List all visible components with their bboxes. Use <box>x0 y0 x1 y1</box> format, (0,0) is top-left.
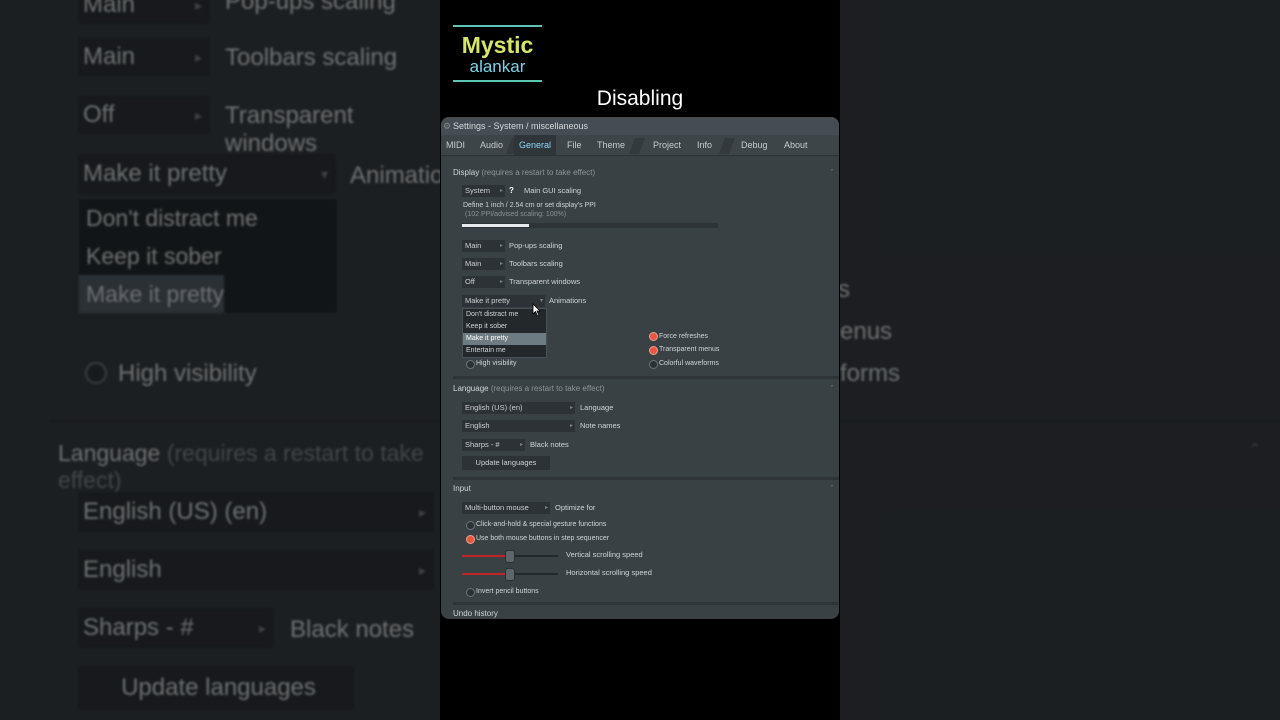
popups-scaling-label: Pop-ups scaling <box>509 241 563 250</box>
collapse-caret-icon[interactable]: ⌃ <box>829 482 835 496</box>
tab-debug[interactable]: Debug <box>736 135 773 155</box>
undo-history-heading[interactable]: Undo history <box>453 607 839 619</box>
section-divider <box>453 477 839 480</box>
section-divider <box>453 376 839 379</box>
popups-scaling-select[interactable]: Main ▸ <box>462 240 505 252</box>
transparent-menus-radio[interactable] <box>649 346 658 355</box>
section-divider <box>453 602 839 605</box>
update-languages-button[interactable]: Update languages <box>462 456 550 470</box>
input-section-heading[interactable]: Input ⌃ <box>453 482 839 496</box>
video-caption: Disabling <box>596 87 684 110</box>
logo-line1: Mystic <box>461 32 534 58</box>
tab-separator <box>719 138 735 154</box>
high-visibility-radio[interactable] <box>466 360 475 369</box>
black-notes-select[interactable]: Sharps - # ▸ <box>462 439 525 451</box>
toolbars-scaling-select[interactable]: Main ▸ <box>462 258 505 270</box>
vertical-speed-slider[interactable] <box>462 550 558 563</box>
tab-general[interactable]: General <box>514 135 557 155</box>
language-select[interactable]: English (US) (en) ▸ <box>462 402 575 414</box>
high-visibility-label: High visibility <box>476 360 517 367</box>
click-hold-radio[interactable] <box>466 521 475 530</box>
tab-project[interactable]: Project <box>648 135 686 155</box>
channel-logo: Mystic alankar <box>453 25 542 82</box>
toolbars-scaling-label: Toolbars scaling <box>509 259 563 268</box>
ppi-slider[interactable] <box>462 223 718 228</box>
tab-audio[interactable]: Audio <box>475 135 508 155</box>
animation-option-selected[interactable]: Make it pretty <box>463 333 546 345</box>
video-column: Mystic alankar Disabling ⚙ Settings - Sy… <box>440 0 840 720</box>
invert-pencil-radio[interactable] <box>466 588 475 597</box>
help-icon[interactable]: ? <box>509 185 514 197</box>
transparent-windows-select[interactable]: Off ▸ <box>462 276 505 288</box>
collapse-caret-icon[interactable]: ⌃ <box>829 382 835 396</box>
tab-info[interactable]: Info <box>692 135 717 155</box>
settings-content: Display (requires a restart to take effe… <box>441 157 839 619</box>
tab-midi[interactable]: MIDI <box>441 135 470 155</box>
horizontal-speed-slider[interactable] <box>462 568 558 581</box>
tab-separator <box>629 138 645 154</box>
transparent-menus-label: Transparent menus <box>659 346 720 353</box>
colorful-waveforms-label: Colorful waveforms <box>659 360 719 367</box>
tab-theme[interactable]: Theme <box>592 135 630 155</box>
tab-file[interactable]: File <box>562 135 587 155</box>
invert-pencil-label: Invert pencil buttons <box>476 588 539 595</box>
language-label: Language <box>580 403 614 412</box>
colorful-waveforms-radio[interactable] <box>649 360 658 369</box>
settings-window: ⚙ Settings - System / miscellaneous MIDI… <box>441 117 839 619</box>
note-names-select[interactable]: English ▸ <box>462 420 575 432</box>
vertical-speed-label: Vertical scrolling speed <box>566 550 643 559</box>
tab-about[interactable]: About <box>779 135 813 155</box>
gui-scaling-label: Main GUI scaling <box>524 186 582 195</box>
force-refreshes-radio[interactable] <box>649 332 658 341</box>
force-refreshes-label: Force refreshes <box>659 333 709 340</box>
optimize-for-select[interactable]: Multi-button mouse ▸ <box>462 502 550 514</box>
black-notes-label: Black notes <box>530 440 569 449</box>
note-names-label: Note names <box>580 421 621 430</box>
window-titlebar[interactable]: ⚙ Settings - System / miscellaneous <box>441 117 839 135</box>
window-title: Settings - System / miscellaneous <box>453 121 589 131</box>
horizontal-speed-label: Horizontal scrolling speed <box>566 568 652 577</box>
background-zoom-right: s enus forms ⌃ <box>840 0 1280 720</box>
ppi-text: Define 1 inch / 2.54 cm or set display's… <box>463 202 596 209</box>
gui-scaling-select[interactable]: System ▸ <box>462 185 505 197</box>
both-buttons-label: Use both mouse buttons in step sequencer <box>476 535 610 542</box>
gear-icon: ⚙ <box>443 121 452 131</box>
ppi-sub: (102 PPI/advised scaling: 100%) <box>465 211 567 218</box>
mouse-cursor-icon <box>532 303 541 317</box>
transparent-windows-label: Transparent windows <box>509 277 581 286</box>
logo-line2: alankar <box>469 57 526 76</box>
tab-bar: MIDI Audio General File Theme Project In… <box>441 135 839 156</box>
collapse-caret-icon[interactable]: ⌃ <box>829 166 835 180</box>
optimize-for-label: Optimize for <box>555 503 596 512</box>
animation-option[interactable]: Entertain me <box>463 345 546 357</box>
background-zoom-left: Main ▸ Pop-ups scaling Main ▸ Toolbars sca… <box>0 0 440 720</box>
language-section-heading[interactable]: Language (requires a restart to take eff… <box>453 382 839 396</box>
display-section-heading[interactable]: Display (requires a restart to take effe… <box>453 166 839 180</box>
click-hold-label: Click-and-hold & special gesture functio… <box>476 521 607 528</box>
both-buttons-radio[interactable] <box>466 535 475 544</box>
animation-option[interactable]: Keep it sober <box>463 321 546 333</box>
animations-label: Animations <box>549 296 587 305</box>
